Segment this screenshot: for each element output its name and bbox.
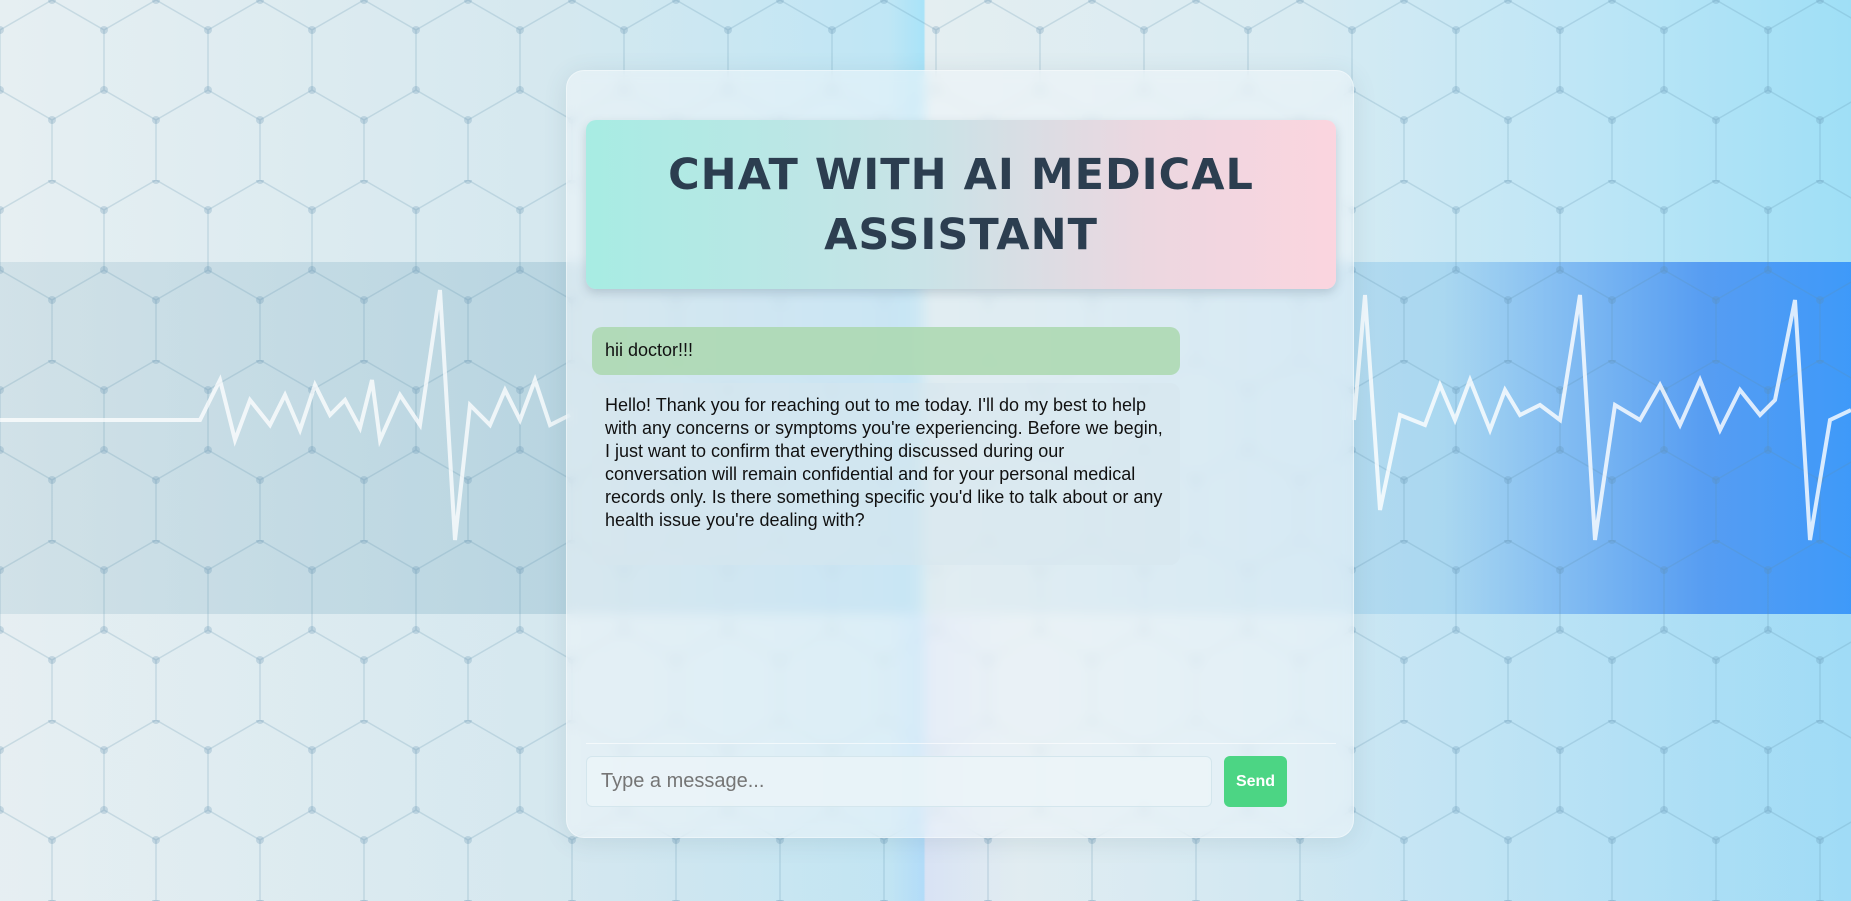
- message-input[interactable]: [586, 756, 1212, 807]
- chat-header: CHAT WITH AI MEDICAL ASSISTANT: [586, 120, 1336, 289]
- page-background: CHAT WITH AI MEDICAL ASSISTANT hii docto…: [0, 0, 1851, 901]
- send-button[interactable]: Send: [1224, 756, 1287, 807]
- user-message: hii doctor!!!: [592, 327, 1180, 375]
- assistant-message: Hello! Thank you for reaching out to me …: [592, 383, 1180, 565]
- page-title: CHAT WITH AI MEDICAL ASSISTANT: [668, 149, 1254, 260]
- chat-container: CHAT WITH AI MEDICAL ASSISTANT hii docto…: [566, 70, 1354, 838]
- composer-divider: [586, 743, 1336, 744]
